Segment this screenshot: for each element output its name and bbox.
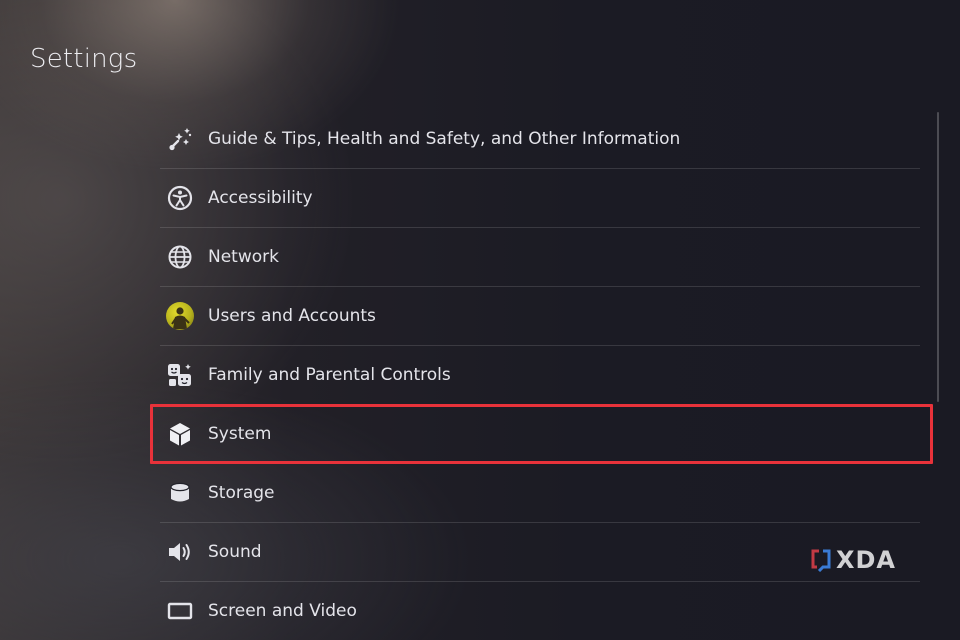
globe-icon [162, 239, 198, 275]
family-faces-icon [162, 357, 198, 393]
menu-item-label: Sound [208, 542, 262, 562]
menu-item-accessibility[interactable]: Accessibility [160, 169, 920, 228]
xda-logo-icon [811, 549, 831, 572]
guide-tips-icon [162, 121, 198, 157]
menu-item-system[interactable]: System [150, 404, 933, 464]
screen-icon [162, 593, 198, 629]
menu-item-label: Accessibility [208, 188, 313, 208]
storage-cylinder-icon [162, 475, 198, 511]
settings-menu: Guide & Tips, Health and Safety, and Oth… [150, 110, 933, 640]
page-title: Settings [30, 44, 138, 74]
xda-watermark: XDA [810, 546, 896, 574]
scrollbar[interactable] [937, 112, 939, 402]
xda-watermark-text: XDA [836, 546, 896, 574]
accessibility-icon [162, 180, 198, 216]
user-avatar [162, 298, 198, 334]
menu-item-screen-video[interactable]: Screen and Video [160, 582, 920, 640]
menu-item-users-accounts[interactable]: Users and Accounts [160, 287, 920, 346]
speaker-icon [162, 534, 198, 570]
menu-item-storage[interactable]: Storage [160, 464, 920, 523]
menu-item-label: Guide & Tips, Health and Safety, and Oth… [208, 129, 681, 149]
menu-item-family-parental[interactable]: Family and Parental Controls [160, 346, 920, 405]
menu-item-guide-tips[interactable]: Guide & Tips, Health and Safety, and Oth… [160, 110, 920, 169]
menu-item-label: Network [208, 247, 279, 267]
cube-icon [162, 416, 198, 452]
menu-item-label: Storage [208, 483, 275, 503]
menu-item-label: System [208, 424, 272, 444]
menu-item-label: Users and Accounts [208, 306, 376, 326]
menu-item-label: Family and Parental Controls [208, 365, 451, 385]
menu-item-label: Screen and Video [208, 601, 357, 621]
menu-item-network[interactable]: Network [160, 228, 920, 287]
menu-item-sound[interactable]: Sound [160, 523, 920, 582]
